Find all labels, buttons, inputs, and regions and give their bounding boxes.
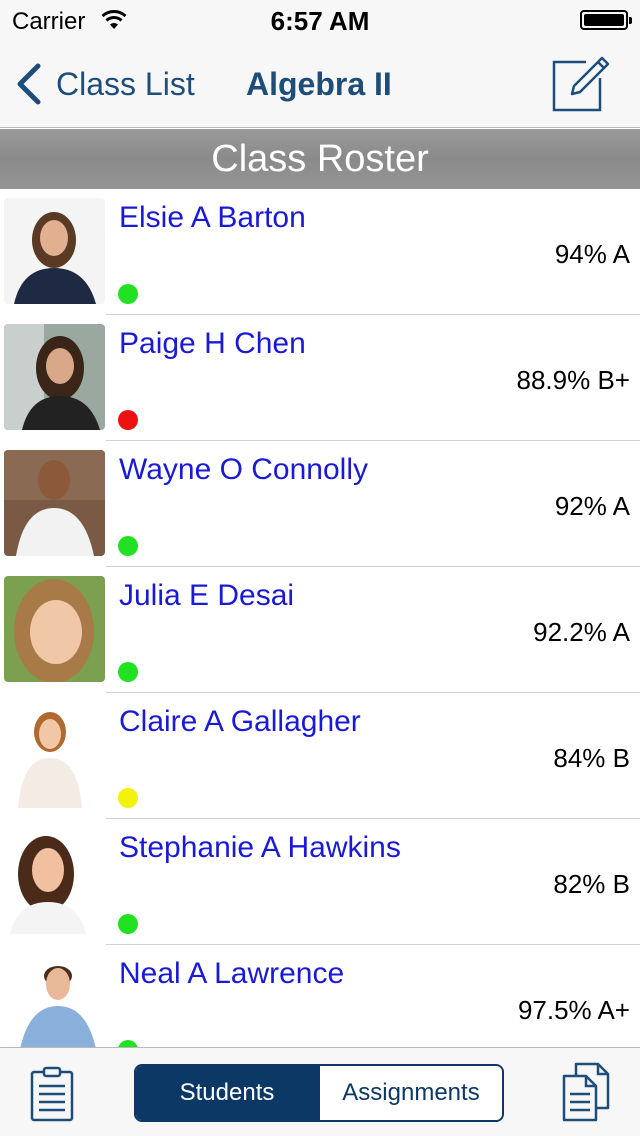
- segmented-control: Students Assignments: [134, 1064, 504, 1122]
- student-row[interactable]: Claire A Gallagher 84% B: [0, 693, 640, 819]
- student-row[interactable]: Julia E Desai 92.2% A: [0, 567, 640, 693]
- status-dot: [118, 914, 138, 934]
- student-photo: [4, 324, 105, 430]
- student-grade: 97.5% A+: [517, 995, 630, 1025]
- student-row[interactable]: Elsie A Barton 94% A: [0, 189, 640, 315]
- student-name: Elsie A Barton: [119, 201, 306, 234]
- student-name: Wayne O Connolly: [119, 453, 368, 486]
- student-row[interactable]: Stephanie A Hawkins 82% B: [0, 819, 640, 945]
- compose-icon[interactable]: [552, 54, 610, 112]
- student-row[interactable]: Paige H Chen 88.9% B+: [0, 315, 640, 441]
- status-bar: Carrier 6:57 AM: [0, 0, 640, 40]
- status-dot: [118, 788, 138, 808]
- chevron-left-icon: [17, 63, 41, 105]
- student-photo: [4, 954, 105, 1047]
- tab-assignments[interactable]: Assignments: [318, 1066, 502, 1120]
- student-photo: [4, 828, 105, 934]
- back-label: Class List: [56, 65, 195, 102]
- status-dot: [118, 410, 138, 430]
- status-dot: [118, 662, 138, 682]
- section-title: Class Roster: [211, 138, 429, 180]
- roster-list[interactable]: Elsie A Barton 94% A Paige H Chen 88.9% …: [0, 189, 640, 1047]
- status-time: 6:57 AM: [270, 6, 370, 36]
- student-name: Julia E Desai: [119, 579, 295, 612]
- student-photo: [4, 198, 105, 304]
- status-dot: [118, 1040, 138, 1047]
- status-dot: [118, 284, 138, 304]
- student-grade: 82% B: [553, 869, 630, 899]
- student-name: Stephanie A Hawkins: [119, 831, 401, 864]
- page-title: Algebra II: [246, 66, 392, 102]
- tab-bar: Students Assignments: [0, 1047, 640, 1136]
- section-header: Class Roster: [0, 129, 640, 189]
- tab-students[interactable]: Students: [136, 1066, 318, 1120]
- student-photo: [4, 450, 105, 556]
- status-dot: [118, 536, 138, 556]
- student-row[interactable]: Wayne O Connolly 92% A: [0, 441, 640, 567]
- documents-icon[interactable]: [562, 1062, 610, 1122]
- student-grade: 84% B: [553, 743, 630, 773]
- top-bar: Carrier 6:57 AM Class List Algebra II: [0, 0, 640, 128]
- back-button[interactable]: Class List: [14, 60, 195, 108]
- student-photo: [4, 702, 105, 808]
- student-name: Paige H Chen: [119, 327, 306, 360]
- student-grade: 92% A: [554, 491, 630, 521]
- clipboard-icon[interactable]: [30, 1066, 74, 1122]
- student-photo: [4, 576, 105, 682]
- battery-icon: [580, 10, 632, 30]
- student-name: Claire A Gallagher: [119, 705, 361, 738]
- student-grade: 94% A: [554, 239, 630, 269]
- student-name: Neal A Lawrence: [119, 957, 345, 990]
- student-grade: 88.9% B+: [516, 365, 630, 395]
- student-grade: 92.2% A: [533, 617, 630, 647]
- student-row[interactable]: Neal A Lawrence 97.5% A+: [0, 945, 640, 1047]
